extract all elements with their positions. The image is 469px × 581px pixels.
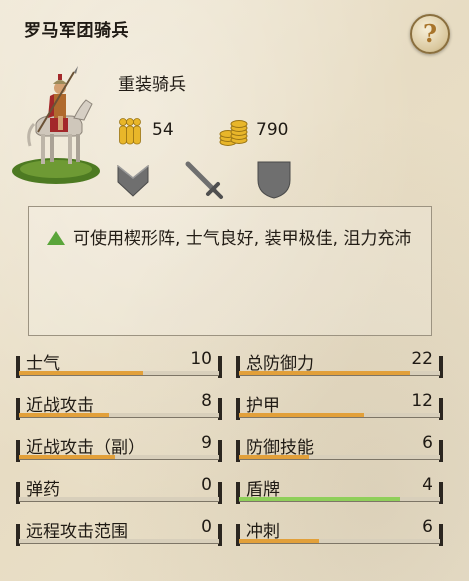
stat-bar	[19, 497, 219, 502]
stat-bar-fill	[239, 413, 364, 417]
stat-bar	[239, 413, 440, 418]
stat-row[interactable]: 总防御力 22	[236, 348, 443, 378]
stat-row[interactable]: 盾牌 4	[236, 474, 443, 504]
stat-row[interactable]: 近战攻击（副） 9	[16, 432, 222, 462]
stat-row[interactable]: 士气 10	[16, 348, 222, 378]
stat-bar-fill	[239, 455, 310, 459]
stat-bar-fill	[239, 497, 400, 501]
stat-bar	[19, 455, 219, 460]
stat-row[interactable]: 远程攻击范围 0	[16, 516, 222, 546]
unit-portrait	[12, 66, 100, 184]
stat-bar-fill	[19, 455, 115, 459]
stat-value: 10	[190, 349, 212, 369]
stat-row[interactable]: 防御技能 6	[236, 432, 443, 462]
stat-value: 6	[422, 433, 433, 453]
stat-value: 9	[201, 433, 212, 453]
stat-value: 12	[411, 391, 433, 411]
unit-info-panel: 罗马军团骑兵 ? 重装骑兵 54 790 可使用楔形阵, 士气良好, 装甲极佳,…	[0, 0, 469, 581]
stat-bar-fill	[239, 371, 410, 375]
stat-bar	[239, 455, 440, 460]
stat-value: 8	[201, 391, 212, 411]
stat-value: 4	[422, 475, 433, 495]
shield-icon[interactable]	[256, 160, 292, 200]
sword-icon[interactable]	[184, 160, 224, 200]
stat-bar-fill	[19, 371, 143, 375]
gold-coins-icon	[219, 120, 248, 146]
soldiers-icon	[119, 118, 141, 145]
unit-description-text: 可使用楔形阵, 士气良好, 装甲极佳, 沮力充沛	[73, 229, 412, 249]
help-button[interactable]: ?	[410, 14, 450, 54]
stat-bar	[19, 539, 219, 544]
stat-row[interactable]: 冲刺 6	[236, 516, 443, 546]
stat-row[interactable]: 近战攻击 8	[16, 390, 222, 420]
stat-bar	[239, 539, 440, 544]
men-count: 54	[152, 120, 174, 140]
stat-bar-fill	[19, 413, 109, 417]
question-mark-icon: ?	[422, 19, 438, 48]
stat-bar	[239, 371, 440, 376]
unit-type-label: 重装骑兵	[118, 75, 186, 95]
stat-value: 0	[201, 475, 212, 495]
stat-row[interactable]: 护甲 12	[236, 390, 443, 420]
unit-description-box: 可使用楔形阵, 士气良好, 装甲极佳, 沮力充沛	[28, 206, 432, 336]
stat-bar	[19, 413, 219, 418]
cost-value: 790	[256, 120, 289, 140]
stat-value: 0	[201, 517, 212, 537]
stat-bar	[19, 371, 219, 376]
stat-bar-fill	[239, 539, 320, 543]
chevron-formation-icon[interactable]	[116, 162, 150, 198]
stat-value: 6	[422, 517, 433, 537]
stat-value: 22	[411, 349, 433, 369]
stat-row[interactable]: 弹药 0	[16, 474, 222, 504]
stat-bar	[239, 497, 440, 502]
unit-name-title: 罗马军团骑兵	[24, 21, 129, 41]
